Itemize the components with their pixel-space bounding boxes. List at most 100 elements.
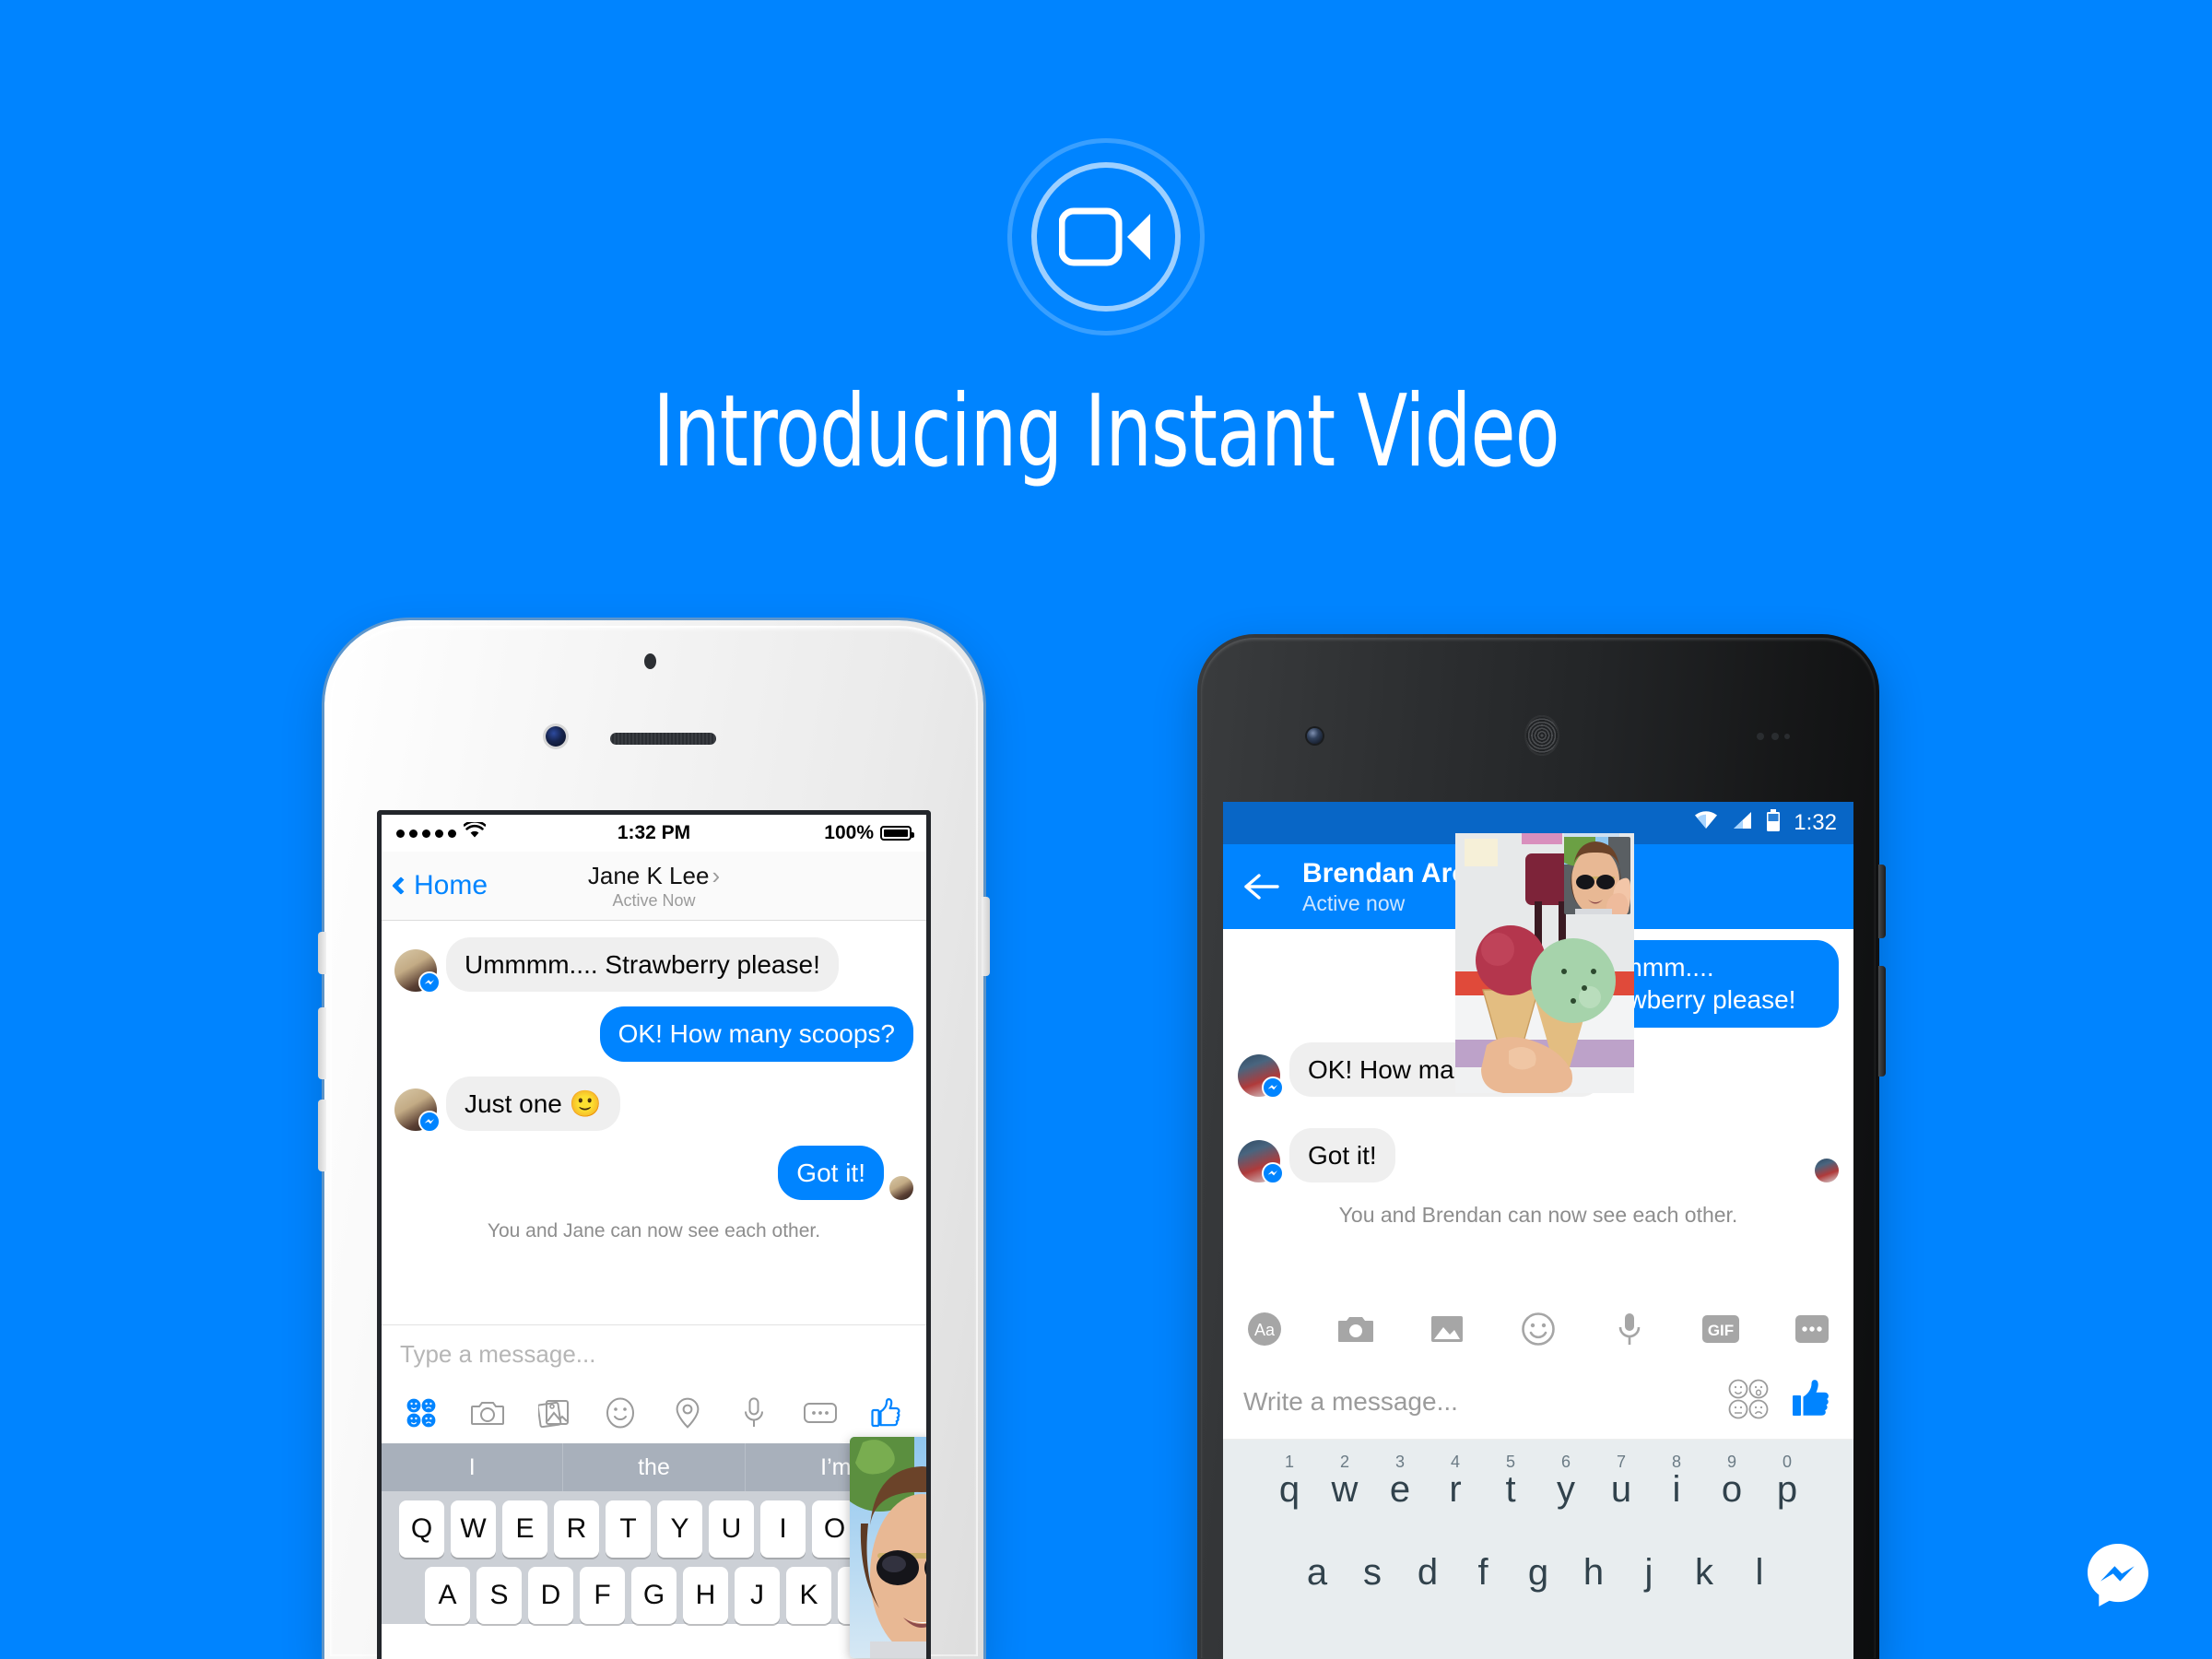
key[interactable]: f bbox=[1455, 1535, 1511, 1591]
camera-icon[interactable] bbox=[1335, 1308, 1377, 1350]
key[interactable]: G bbox=[631, 1567, 677, 1624]
key[interactable]: Q bbox=[399, 1500, 444, 1558]
predictive-word[interactable]: I bbox=[382, 1443, 564, 1491]
key[interactable]: F bbox=[580, 1567, 625, 1624]
video-camera-icon bbox=[1058, 205, 1155, 274]
iphone-volume-down-button[interactable] bbox=[318, 1100, 326, 1171]
keyboard-row: Q W E R T Y U I O P bbox=[387, 1500, 921, 1558]
key[interactable]: 5t bbox=[1483, 1453, 1538, 1508]
photos-icon[interactable] bbox=[535, 1394, 573, 1432]
instant-video-hero-icon bbox=[1007, 138, 1205, 335]
key[interactable]: 4r bbox=[1428, 1453, 1483, 1508]
avatar[interactable] bbox=[394, 949, 441, 994]
avatar[interactable] bbox=[1238, 1053, 1284, 1099]
smiley-icon[interactable] bbox=[1517, 1308, 1559, 1350]
key[interactable]: 2w bbox=[1317, 1453, 1372, 1508]
instant-video-overlay[interactable] bbox=[850, 1437, 926, 1658]
messenger-badge-icon bbox=[418, 971, 441, 994]
key[interactable]: l bbox=[1732, 1535, 1787, 1591]
key[interactable]: U bbox=[709, 1500, 754, 1558]
location-pin-icon[interactable] bbox=[668, 1394, 707, 1432]
key[interactable]: 3e bbox=[1372, 1453, 1428, 1508]
thumbs-up-icon[interactable] bbox=[1791, 1378, 1833, 1425]
key[interactable]: R bbox=[554, 1500, 599, 1558]
arrow-left-icon[interactable] bbox=[1241, 865, 1284, 908]
iphone-volume-up-button[interactable] bbox=[318, 1007, 326, 1079]
gif-icon[interactable]: GIF bbox=[1700, 1308, 1742, 1350]
ios-thread-title[interactable]: Jane K Lee › Active Now bbox=[382, 862, 926, 911]
instant-video-overlay[interactable] bbox=[1455, 833, 1634, 1093]
stickers-icon[interactable] bbox=[801, 1394, 840, 1432]
android-clock: 1:32 bbox=[1794, 810, 1837, 835]
camera-icon[interactable] bbox=[468, 1394, 507, 1432]
android-device: 1:32 Brendan Aronoff Active now Ummmm...… bbox=[1197, 634, 1886, 1659]
message-row: OK! How many scoops? bbox=[394, 1006, 913, 1062]
key[interactable]: S bbox=[477, 1567, 522, 1624]
android-volume-button[interactable] bbox=[1878, 966, 1886, 1077]
android-message-thread[interactable]: Ummmm.... Strawberry please! OK! How man… bbox=[1223, 833, 1853, 1294]
iphone-power-button[interactable] bbox=[982, 897, 990, 976]
key[interactable]: D bbox=[528, 1567, 573, 1624]
key[interactable]: J bbox=[735, 1567, 780, 1624]
avatar[interactable] bbox=[1238, 1140, 1284, 1185]
avatar[interactable] bbox=[394, 1088, 441, 1133]
photo-icon[interactable] bbox=[1426, 1308, 1468, 1350]
key[interactable]: K bbox=[786, 1567, 831, 1624]
contact-name: Jane K Lee bbox=[587, 861, 710, 889]
key[interactable]: E bbox=[502, 1500, 547, 1558]
key[interactable]: 8i bbox=[1649, 1453, 1704, 1508]
emoji-grid-icon[interactable] bbox=[1726, 1377, 1771, 1426]
key[interactable]: T bbox=[606, 1500, 651, 1558]
key[interactable]: 6y bbox=[1538, 1453, 1594, 1508]
key[interactable]: k bbox=[1677, 1535, 1732, 1591]
android-front-camera bbox=[1307, 728, 1323, 744]
message-input[interactable]: Write a message... bbox=[1243, 1387, 1458, 1417]
key[interactable]: 7u bbox=[1594, 1453, 1649, 1508]
key[interactable]: 0p bbox=[1759, 1453, 1815, 1508]
key[interactable]: H bbox=[683, 1567, 728, 1624]
android-keyboard: 1q 2w 3e 4r 5t 6y 7u 8i 9o 0p a s d f g … bbox=[1223, 1440, 1853, 1659]
key[interactable]: s bbox=[1345, 1535, 1400, 1591]
key[interactable]: g bbox=[1511, 1535, 1566, 1591]
ios-composer-icons bbox=[382, 1382, 926, 1443]
message-row: Just one 🙂 bbox=[394, 1076, 913, 1133]
text-format-icon[interactable]: Aa bbox=[1243, 1308, 1286, 1350]
message-bubble: Got it! bbox=[778, 1145, 884, 1201]
microphone-icon[interactable] bbox=[1608, 1308, 1651, 1350]
key[interactable]: a bbox=[1289, 1535, 1345, 1591]
message-bubble: Got it! bbox=[1289, 1127, 1395, 1183]
microphone-icon[interactable] bbox=[735, 1394, 773, 1432]
key[interactable]: 1q bbox=[1262, 1453, 1317, 1508]
key[interactable]: j bbox=[1621, 1535, 1677, 1591]
ios-nav-bar: Home Jane K Lee › Active Now bbox=[382, 852, 926, 921]
key[interactable]: 9o bbox=[1704, 1453, 1759, 1508]
iphone-earpiece bbox=[610, 733, 716, 745]
message-row: Ummmm.... Strawberry please! bbox=[394, 937, 913, 994]
read-receipt-avatar bbox=[1815, 1159, 1839, 1183]
contact-status: Active Now bbox=[612, 890, 696, 910]
system-note: You and Jane can now see each other. bbox=[487, 1220, 821, 1242]
thumbs-up-icon[interactable] bbox=[867, 1394, 906, 1432]
emoji-grid-icon[interactable] bbox=[402, 1394, 441, 1432]
android-toolbar: Aa GIF bbox=[1223, 1294, 1853, 1364]
iphone-screen: 1:32 PM 100% Home Jane K Lee › Active Now bbox=[377, 810, 931, 1659]
android-screen: 1:32 Brendan Aronoff Active now Ummmm...… bbox=[1223, 802, 1853, 1659]
keyboard-row: 1q 2w 3e 4r 5t 6y 7u 8i 9o 0p bbox=[1223, 1453, 1853, 1508]
more-icon[interactable] bbox=[1791, 1308, 1833, 1350]
key[interactable]: Y bbox=[657, 1500, 702, 1558]
message-bubble: Ummmm.... Strawberry please! bbox=[446, 937, 839, 993]
ios-battery-percent: 100% bbox=[824, 822, 874, 843]
key[interactable]: A bbox=[425, 1567, 470, 1624]
smiley-icon[interactable] bbox=[601, 1394, 640, 1432]
key[interactable]: h bbox=[1566, 1535, 1621, 1591]
iphone-silent-switch[interactable] bbox=[318, 932, 326, 974]
iphone-front-camera bbox=[546, 726, 566, 747]
android-power-button[interactable] bbox=[1878, 865, 1886, 938]
predictive-word[interactable]: the bbox=[563, 1443, 746, 1491]
ios-predictive-bar: I the I’m bbox=[382, 1443, 926, 1491]
key[interactable]: d bbox=[1400, 1535, 1455, 1591]
key[interactable]: I bbox=[760, 1500, 806, 1558]
message-input[interactable]: Type a message... bbox=[382, 1325, 926, 1382]
key[interactable]: W bbox=[451, 1500, 496, 1558]
ios-message-thread[interactable]: Ummmm.... Strawberry please! OK! How man… bbox=[382, 921, 926, 1658]
